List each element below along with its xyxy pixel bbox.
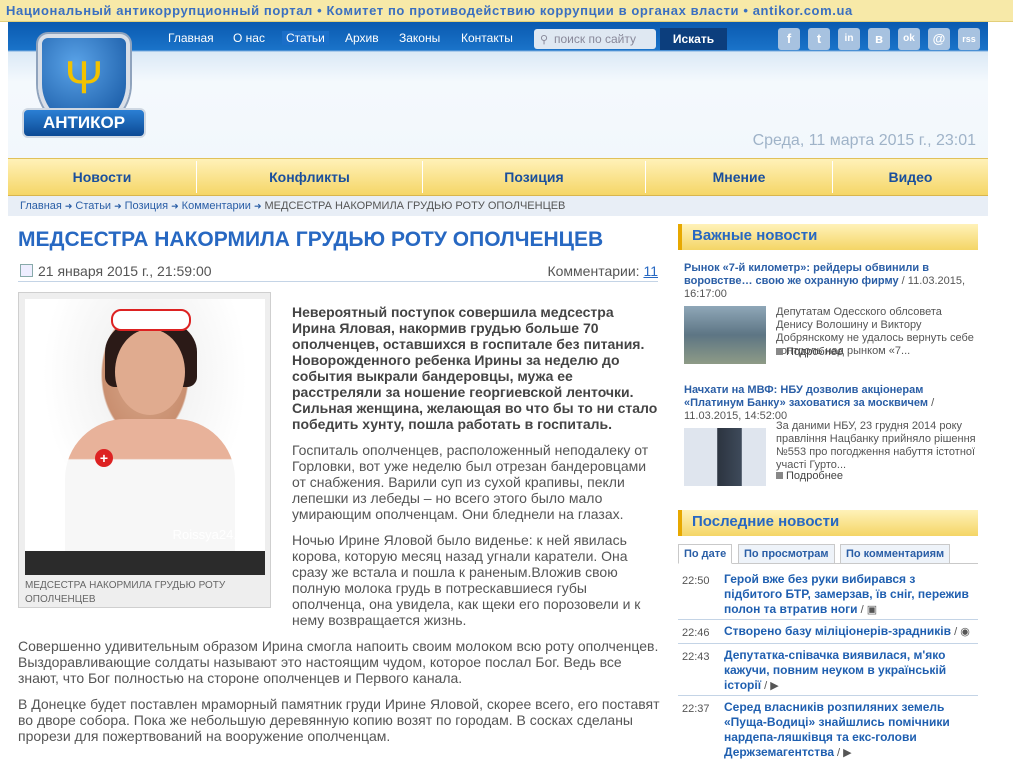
article-body: Невероятный поступок совершила медсестра…: [18, 304, 660, 754]
nav-home[interactable]: Главная: [168, 31, 214, 45]
latest-news-heading: Последние новости: [678, 510, 978, 536]
sidebar: Важные новости Рынок «7-й километр»: рей…: [678, 224, 978, 536]
nav-articles[interactable]: Статьи: [282, 31, 329, 45]
main-nav: Новости Конфликты Позиция Мнение Видео: [8, 158, 988, 196]
rss-icon[interactable]: rss: [958, 28, 980, 50]
article-title: МЕДСЕСТРА НАКОРМИЛА ГРУДЬЮ РОТУ ОПОЛЧЕНЦ…: [18, 228, 604, 251]
trident-icon: Ψ: [64, 51, 104, 103]
breadcrumb: Главная ➜ Статьи ➜ Позиция ➜ Комментарии ➜ МЕДСЕ…: [8, 196, 988, 216]
breadcrumb-current: МЕДСЕСТРА НАКОРМИЛА ГРУДЬЮ РОТУ ОПОЛЧЕНЦ…: [264, 200, 566, 212]
news-title-link[interactable]: Рынок «7-й километр»: рейдеры обвинили в…: [684, 262, 929, 287]
tab-by-views[interactable]: По просмотрам: [738, 544, 835, 564]
latest-news-text: Створено базу міліціонерів-зрадників: [724, 624, 952, 638]
latest-news-text: Герой вже без руки вибирався з підбитого…: [724, 572, 969, 616]
separator: /: [761, 680, 771, 692]
top-tagline-strip: Национальный антикоррупционный портал • …: [0, 0, 1013, 22]
current-datetime: Среда, 11 марта 2015 г., 23:01: [752, 132, 976, 149]
news-summary: За даними НБУ, 23 грудня 2014 року правл…: [776, 420, 976, 471]
latest-news-item: 22:37 Серед власників розпиляних земель …: [678, 700, 978, 759]
tagline: Национальный антикоррупционный портал • …: [6, 3, 853, 18]
news-title-link[interactable]: Начхати на МВФ: НБУ дозволив акціонерам …: [684, 384, 928, 409]
latest-news-text: Депутатка-співачка виявилася, м'яко кажу…: [724, 648, 947, 692]
latest-news-item: 22:46 Створено базу міліціонерів-зрадник…: [678, 624, 978, 644]
latest-news-tabs: По дате По просмотрам По комментариям: [678, 544, 978, 564]
mainnav-news[interactable]: Новости: [8, 159, 196, 195]
site-logo[interactable]: Ψ АНТИКОР: [22, 30, 146, 152]
nav-laws[interactable]: Законы: [399, 31, 440, 45]
article-paragraph: Совершенно удивительным образом Ирина см…: [18, 638, 659, 686]
arrow-right-icon: ➜: [64, 201, 73, 211]
vkontakte-icon[interactable]: в: [868, 28, 890, 50]
mainnav-conflicts[interactable]: Конфликты: [197, 159, 422, 195]
odnoklassniki-icon[interactable]: ok: [898, 28, 920, 50]
important-news-item: Начхати на МВФ: НБУ дозволив акціонерам …: [678, 384, 978, 486]
news-thumbnail[interactable]: [684, 306, 766, 364]
breadcrumb-articles[interactable]: Статьи: [75, 200, 111, 212]
read-more-link[interactable]: Подробнее: [776, 346, 843, 359]
bullet-icon: [776, 472, 783, 479]
nav-about[interactable]: О нас: [233, 31, 265, 45]
mainnav-video[interactable]: Видео: [833, 159, 988, 195]
arrow-right-icon: ➜: [253, 201, 262, 211]
article-date: 21 января 2015 г., 21:59:00: [38, 263, 212, 279]
arrow-right-icon: ➜: [114, 201, 122, 211]
comments-count-link[interactable]: 11: [643, 263, 658, 279]
news-time: 22:46: [682, 627, 710, 639]
latest-news-link[interactable]: Створено базу міліціонерів-зрадників / ◉: [724, 624, 974, 640]
tab-by-comments[interactable]: По комментариям: [840, 544, 951, 564]
arrow-right-icon: ➜: [171, 201, 179, 211]
news-time: 22:50: [682, 575, 710, 587]
nav-archive[interactable]: Архив: [345, 31, 379, 45]
news-time: 22:43: [682, 651, 710, 663]
article-paragraph: Госпиталь ополченцев, расположенный непо…: [292, 442, 649, 522]
search-input[interactable]: ⚲ поиск по сайту: [534, 29, 656, 49]
nav-contacts[interactable]: Контакты: [461, 31, 513, 45]
latest-news-link[interactable]: Серед власників розпиляних земель «Пуща-…: [724, 700, 974, 761]
mainnav-position[interactable]: Позиция: [423, 159, 645, 195]
breadcrumb-home[interactable]: Главная: [20, 200, 62, 212]
latest-news-item: 22:50 Герой вже без руки вибирався з під…: [678, 572, 978, 620]
separator: /: [951, 626, 961, 638]
latest-news-link[interactable]: Герой вже без руки вибирався з підбитого…: [724, 572, 974, 618]
latest-news-link[interactable]: Депутатка-співачка виявилася, м'яко кажу…: [724, 648, 974, 694]
email-icon[interactable]: @: [928, 28, 950, 50]
mainnav-opinion[interactable]: Мнение: [646, 159, 832, 195]
read-more-label: Подробнее: [786, 470, 844, 482]
search-button[interactable]: Искать: [660, 28, 727, 50]
important-news-heading: Важные новости: [678, 224, 978, 250]
separator: /: [857, 604, 867, 616]
article-paragraph: Ночью Ирине Яловой было виденье: к ней я…: [292, 532, 641, 628]
separator: /: [834, 747, 844, 759]
search-placeholder: поиск по сайту: [554, 32, 636, 46]
important-news-item: Рынок «7-й километр»: рейдеры обвинили в…: [678, 262, 978, 364]
top-nav: Главная О нас Статьи Архив Законы Контак…: [8, 22, 988, 54]
search-icon: ⚲: [540, 34, 549, 46]
bullet-icon: [776, 348, 783, 355]
article-meta: 21 января 2015 г., 21:59:00 Комментарии:…: [18, 260, 658, 282]
article-paragraph: В Донецке будет поставлен мраморный памя…: [18, 696, 660, 744]
site-header: Главная О нас Статьи Архив Законы Контак…: [8, 22, 988, 158]
camera-icon: ◉: [960, 626, 970, 638]
twitter-icon[interactable]: t: [808, 28, 830, 50]
breadcrumb-comments[interactable]: Комментарии: [182, 200, 251, 212]
latest-news-item: 22:43 Депутатка-співачка виявилася, м'як…: [678, 648, 978, 696]
comments-counter: Комментарии: 11: [547, 263, 658, 279]
livejournal-icon[interactable]: in: [838, 28, 860, 50]
calendar-icon: [20, 264, 33, 277]
facebook-icon[interactable]: f: [778, 28, 800, 50]
logo-ribbon: АНТИКОР: [22, 108, 146, 138]
read-more-link[interactable]: Подробнее: [776, 470, 843, 483]
news-thumbnail[interactable]: [684, 428, 766, 486]
news-time: 22:37: [682, 703, 710, 715]
video-icon: ▶: [843, 747, 852, 759]
comments-label: Комментарии:: [547, 263, 640, 279]
read-more-label: Подробнее: [786, 346, 844, 358]
photo-icon: ▣: [866, 604, 878, 616]
video-icon: ▶: [770, 680, 779, 692]
article-lead: Невероятный поступок совершила медсестра…: [292, 304, 658, 432]
breadcrumb-position[interactable]: Позиция: [125, 200, 169, 212]
tab-by-date[interactable]: По дате: [678, 544, 733, 564]
